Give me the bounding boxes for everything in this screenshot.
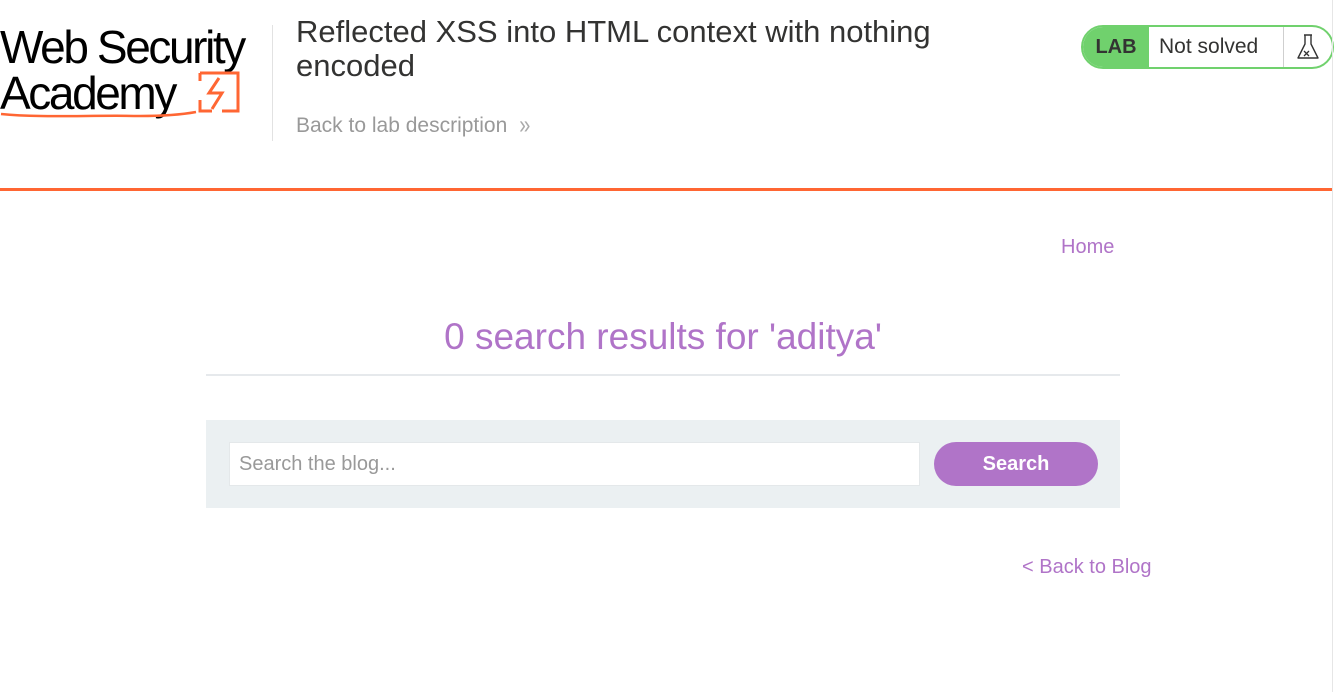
web-security-academy-logo[interactable]: Web Security Academy <box>0 22 268 122</box>
logo-lightning-icon <box>0 71 240 118</box>
header-divider <box>272 25 273 141</box>
search-button[interactable]: Search <box>934 442 1098 486</box>
back-to-lab-description-label: Back to lab description <box>296 114 508 137</box>
search-results-heading: 0 search results for 'aditya' <box>444 316 882 357</box>
flask-icon <box>1284 27 1332 67</box>
header-orange-rule <box>0 188 1333 191</box>
lab-badge: LAB <box>1083 27 1149 67</box>
lab-header: Web Security Academy Reflected XSS into … <box>0 0 1337 188</box>
search-input[interactable] <box>229 442 920 486</box>
back-to-lab-description-link[interactable]: Back to lab description » <box>296 112 531 141</box>
double-chevron-right-icon: » <box>519 111 530 141</box>
nav-home-link[interactable]: Home <box>1061 236 1114 259</box>
search-form: Search <box>206 420 1120 508</box>
lab-status-widget: LAB Not solved <box>1081 25 1334 69</box>
heading-divider <box>206 374 1120 376</box>
lab-status-text: Not solved <box>1149 27 1284 67</box>
lab-title: Reflected XSS into HTML context with not… <box>296 14 931 83</box>
back-to-blog-link[interactable]: < Back to Blog <box>1022 556 1152 579</box>
page-right-edge <box>1332 0 1333 692</box>
